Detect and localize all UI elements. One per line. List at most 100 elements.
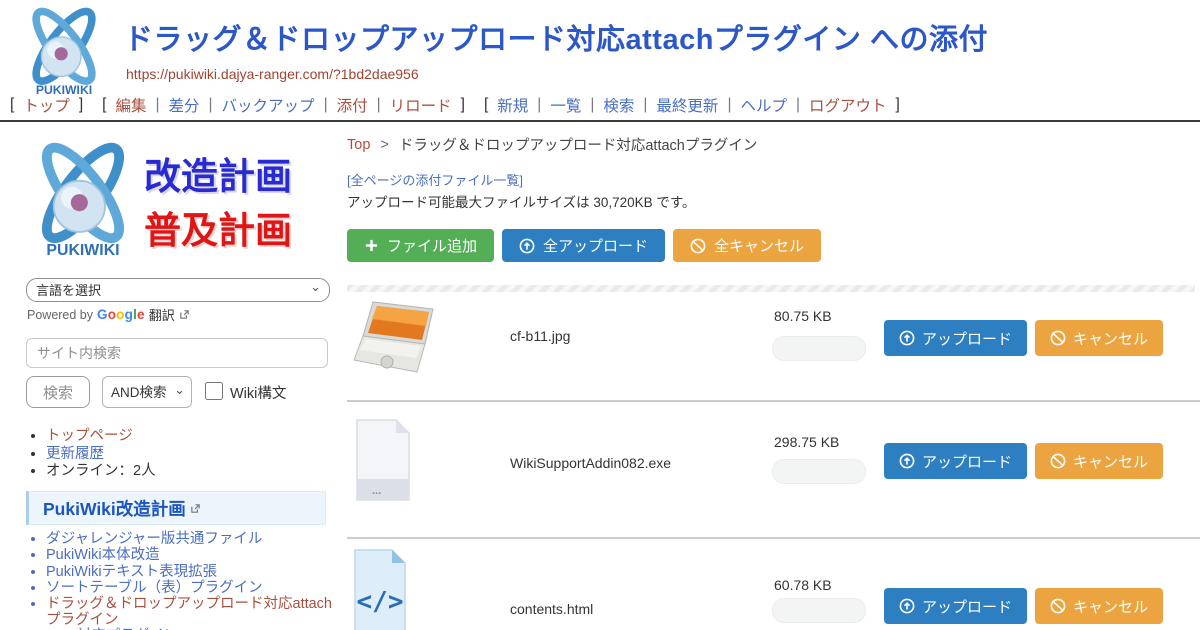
- code-file-icon: </>: [353, 548, 407, 630]
- nav-item-diff[interactable]: 差分: [169, 94, 200, 116]
- pukiwiki-atom-icon: PUKIWIKI: [22, 138, 144, 260]
- upload-button[interactable]: アップロード: [884, 443, 1027, 479]
- upload-circle-icon: [899, 453, 915, 469]
- upload-button[interactable]: アップロード: [884, 588, 1027, 624]
- search-mode-select[interactable]: AND検索: [102, 376, 192, 408]
- svg-text:</>: </>: [357, 587, 404, 617]
- file-actions: アップロード キャンセル: [884, 443, 1163, 479]
- sidebar-item-common-files[interactable]: ダジャレンジャー版共通ファイル: [46, 531, 262, 547]
- nav-item-attach[interactable]: 添付: [337, 94, 368, 116]
- nav-item-edit[interactable]: 編集: [115, 94, 146, 116]
- all-attachments-link[interactable]: [全ページの添付ファイル一覧]: [347, 170, 523, 189]
- upload-button[interactable]: アップロード: [884, 320, 1027, 356]
- powered-by-label: Powered by: [27, 308, 93, 322]
- upload-circle-icon: [519, 238, 535, 254]
- wiki-syntax-label: Wiki構文: [230, 382, 286, 403]
- cancel-button[interactable]: キャンセル: [1035, 588, 1163, 624]
- nav-divider: |: [377, 96, 381, 114]
- file-row: </> contents.html 60.78 KB アップロード キャンセル: [347, 537, 1200, 630]
- sidebar-section-title: PukiWiki改造計画: [43, 496, 186, 521]
- breadcrumb-current: ドラッグ＆ドロップアップロード対応attachプラグイン: [399, 134, 758, 155]
- ban-icon: [1050, 330, 1066, 346]
- file-actions: アップロード キャンセル: [884, 588, 1163, 624]
- list-item: トップページ: [46, 428, 156, 446]
- nav-divider: |: [155, 96, 159, 114]
- svg-text:...: ...: [372, 485, 381, 497]
- nav-item-search[interactable]: 検索: [603, 94, 634, 116]
- nav-divider: |: [209, 96, 213, 114]
- upload-all-button[interactable]: 全アップロード: [502, 229, 665, 262]
- nav-item-list[interactable]: 一覧: [550, 94, 581, 116]
- upload-progress-bar: [772, 598, 866, 623]
- language-select[interactable]: 言語を選択: [26, 278, 330, 302]
- cancel-button[interactable]: キャンセル: [1035, 320, 1163, 356]
- sidebar-section-header[interactable]: PukiWiki改造計画: [26, 491, 326, 525]
- header-divider: [0, 120, 1200, 122]
- bracket: [: [102, 96, 106, 114]
- sidebar-item-history[interactable]: 更新履歴: [46, 446, 104, 462]
- sidebar-item-top-page[interactable]: トップページ: [46, 428, 133, 444]
- bracket: ]: [896, 96, 900, 114]
- nav-item-recent[interactable]: 最終更新: [656, 94, 718, 116]
- nav-item-new[interactable]: 新規: [497, 94, 528, 116]
- cancel-all-button[interactable]: 全キャンセル: [673, 229, 821, 262]
- nav-divider: |: [537, 96, 541, 114]
- upload-circle-icon: [899, 330, 915, 346]
- translate-label: 翻訳: [149, 305, 175, 324]
- file-name: cf-b11.jpg: [510, 328, 570, 344]
- cancel-button[interactable]: キャンセル: [1035, 443, 1163, 479]
- nav-divider: |: [727, 96, 731, 114]
- search-button[interactable]: 検索: [26, 376, 90, 408]
- add-files-button[interactable]: ファイル追加: [347, 229, 494, 262]
- online-count: オンライン：2人: [46, 463, 156, 479]
- file-row: cf-b11.jpg 80.75 KB アップロード キャンセル: [347, 292, 1200, 400]
- external-link-icon: [179, 309, 190, 320]
- list-item: 更新履歴: [46, 446, 156, 464]
- list-item: ドラッグ＆ドロップアップロード対応attachプラグイン: [46, 597, 334, 629]
- list-item: オンライン：2人: [46, 463, 156, 481]
- list-item: ダジャレンジャー版共通ファイル: [46, 532, 334, 548]
- file-row: ... WikiSupportAddin082.exe 298.75 KB アッ…: [347, 400, 1200, 537]
- breadcrumb-home-link[interactable]: Top: [347, 137, 370, 153]
- sidebar-quick-links: トップページ 更新履歴 オンライン：2人: [46, 428, 156, 481]
- language-select-wrap: 言語を選択 ⌄: [26, 278, 330, 302]
- bracket: ]: [461, 96, 465, 114]
- pukiwiki-attach-page: PUKIWIKI ドラッグ＆ドロップアップロード対応attachプラグイン への…: [0, 0, 1200, 630]
- logo-wordmark: PUKIWIKI: [46, 242, 119, 259]
- dropzone-stripe: [347, 285, 1195, 292]
- upload-progress-bar: [772, 459, 866, 484]
- google-logo: Google: [97, 307, 145, 322]
- nav-item-backup[interactable]: バックアップ: [222, 94, 315, 116]
- sidebar-item-sort-table[interactable]: ソートテーブル（表）プラグイン: [46, 580, 263, 596]
- nav-divider: |: [643, 96, 647, 114]
- site-search-input[interactable]: [26, 338, 328, 368]
- file-name: contents.html: [510, 601, 593, 617]
- max-file-size-text: アップロード可能最大ファイルサイズは 30,720KB です。: [347, 191, 696, 211]
- ban-icon: [1050, 598, 1066, 614]
- page-url-link[interactable]: https://pukiwiki.dajya-ranger.com/?1bd2d…: [126, 66, 419, 82]
- sidebar-link-list: ダジャレンジャー版共通ファイル PukiWiki本体改造 PukiWikiテキス…: [46, 532, 334, 630]
- breadcrumb-separator: >: [380, 137, 388, 153]
- nav-item-reload[interactable]: リロード: [390, 94, 452, 116]
- search-mode-wrap: AND検索 ⌄: [102, 376, 192, 408]
- ban-icon: [1050, 453, 1066, 469]
- nav-divider: |: [324, 96, 328, 114]
- breadcrumb: Top > ドラッグ＆ドロップアップロード対応attachプラグイン: [347, 134, 757, 155]
- file-size: 298.75 KB: [774, 434, 839, 450]
- plus-icon: [364, 238, 379, 253]
- sidebar-item-text-ext[interactable]: PukiWikiテキスト表現拡張: [46, 564, 217, 580]
- nav-item-help[interactable]: ヘルプ: [740, 94, 787, 116]
- nav-item-top[interactable]: トップ: [23, 94, 70, 116]
- sidebar-logo[interactable]: PUKIWIKI 改造計画 普及計画: [22, 138, 332, 264]
- sidebar-logo-line2: 普及計画: [144, 200, 292, 254]
- sidebar-item-core-mod[interactable]: PukiWiki本体改造: [46, 547, 160, 563]
- sidebar-item-dragdrop-attach[interactable]: ドラッグ＆ドロップアップロード対応attachプラグイン: [46, 596, 332, 628]
- list-item: PukiWiki本体改造: [46, 548, 334, 564]
- wiki-syntax-checkbox[interactable]: [205, 382, 223, 400]
- upload-progress-bar: [772, 336, 866, 361]
- nav-item-logout[interactable]: ログアウト: [809, 94, 887, 116]
- pukiwiki-logo-icon[interactable]: PUKIWIKI: [16, 4, 112, 98]
- bracket: ]: [79, 96, 83, 114]
- generic-file-icon: ...: [355, 418, 411, 507]
- upload-circle-icon: [899, 598, 915, 614]
